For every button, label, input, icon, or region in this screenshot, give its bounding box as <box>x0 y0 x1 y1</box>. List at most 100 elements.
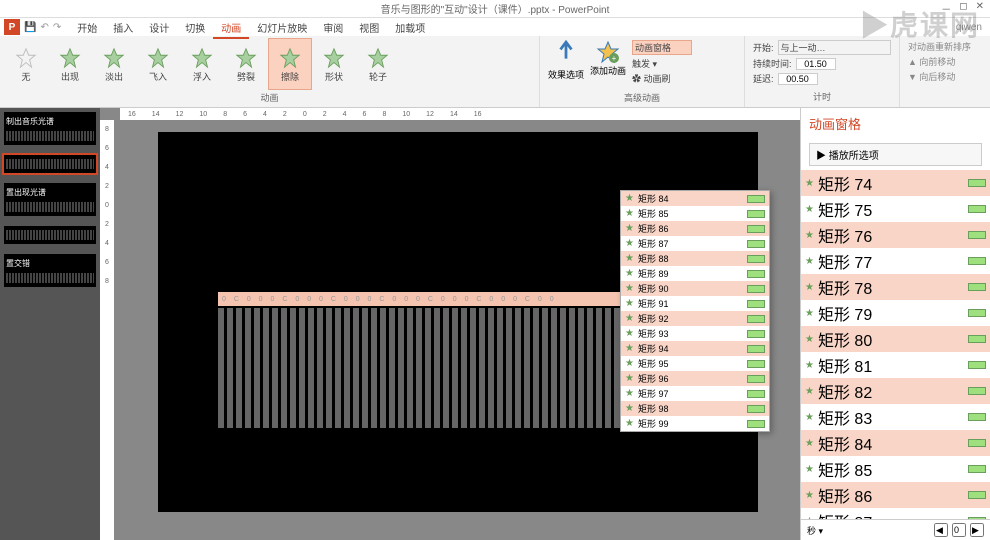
animation-pane-toggle[interactable]: 动画窗格 <box>632 40 692 55</box>
anim-item[interactable]: ★矩形 90 <box>621 281 769 296</box>
spectrum-bar[interactable] <box>506 308 512 428</box>
anim-item[interactable]: ★矩形 84 <box>621 191 769 206</box>
anim-item[interactable]: ★矩形 88 <box>621 251 769 266</box>
qat-save-icon[interactable]: 💾 <box>24 22 36 33</box>
delay-spinner[interactable] <box>778 73 818 85</box>
anim-pane-item[interactable]: ★矩形 85 <box>801 456 990 482</box>
spectrum-bar[interactable] <box>515 308 521 428</box>
spectrum-bar[interactable] <box>452 308 458 428</box>
slide-thumbnail[interactable]: 置交错 <box>4 254 96 287</box>
anim-item[interactable]: ★矩形 86 <box>621 221 769 236</box>
anim-pane-item[interactable]: ★矩形 75 <box>801 196 990 222</box>
spectrum-bar[interactable] <box>353 308 359 428</box>
effect-options-button[interactable]: 效果选项 <box>548 40 584 81</box>
trigger-menu[interactable]: 触发 ▾ <box>632 57 692 70</box>
anim-item[interactable]: ★矩形 98 <box>621 401 769 416</box>
spectrum-bar[interactable] <box>578 308 584 428</box>
anim-effect-浮入[interactable]: 浮入 <box>180 38 224 90</box>
anim-pane-item[interactable]: ★矩形 81 <box>801 352 990 378</box>
animation-popup-list[interactable]: ★矩形 84★矩形 85★矩形 86★矩形 87★矩形 88★矩形 89★矩形 … <box>620 190 770 432</box>
anim-effect-飞入[interactable]: 飞入 <box>136 38 180 90</box>
anim-pane-item[interactable]: ★矩形 77 <box>801 248 990 274</box>
ribbon-tab-开始[interactable]: 开始 <box>69 22 105 37</box>
seconds-dropdown[interactable]: 秒 ▾ <box>807 524 823 537</box>
timeline-step-fwd[interactable] <box>970 523 984 537</box>
slide-thumbnail[interactable]: 制出音乐光谱 <box>4 112 96 145</box>
anim-item[interactable]: ★矩形 91 <box>621 296 769 311</box>
spectrum-bar[interactable] <box>470 308 476 428</box>
spectrum-bar[interactable] <box>488 308 494 428</box>
anim-item[interactable]: ★矩形 95 <box>621 356 769 371</box>
anim-pane-item[interactable]: ★矩形 87 <box>801 508 990 519</box>
spectrum-bar[interactable] <box>398 308 404 428</box>
spectrum-bar[interactable] <box>281 308 287 428</box>
anim-item[interactable]: ★矩形 89 <box>621 266 769 281</box>
ribbon-tab-加载项[interactable]: 加载项 <box>387 22 433 37</box>
slide-thumbnail[interactable] <box>4 155 96 173</box>
spectrum-bar[interactable] <box>443 308 449 428</box>
spectrum-bar[interactable] <box>569 308 575 428</box>
spectrum-bar[interactable] <box>596 308 602 428</box>
slide-thumbnail-panel[interactable]: 制出音乐光谱置出现光谱置交错 <box>0 108 100 540</box>
spectrum-bar[interactable] <box>245 308 251 428</box>
anim-item[interactable]: ★矩形 97 <box>621 386 769 401</box>
ribbon-tab-插入[interactable]: 插入 <box>105 22 141 37</box>
ribbon-tab-视图[interactable]: 视图 <box>351 22 387 37</box>
anim-item[interactable]: ★矩形 99 <box>621 416 769 431</box>
minimize-icon[interactable]: － <box>941 1 951 16</box>
spectrum-bar[interactable] <box>344 308 350 428</box>
animation-painter[interactable]: ✿ 动画刷 <box>632 72 692 85</box>
anim-effect-淡出[interactable]: 淡出 <box>92 38 136 90</box>
anim-effect-无[interactable]: 无 <box>4 38 48 90</box>
anim-effect-出现[interactable]: 出现 <box>48 38 92 90</box>
anim-effect-擦除[interactable]: 擦除 <box>268 38 312 90</box>
spectrum-bar[interactable] <box>272 308 278 428</box>
anim-pane-item[interactable]: ★矩形 79 <box>801 300 990 326</box>
ribbon-tab-审阅[interactable]: 审阅 <box>315 22 351 37</box>
spectrum-bar[interactable] <box>371 308 377 428</box>
spectrum-bar[interactable] <box>317 308 323 428</box>
spectrum-bar[interactable] <box>263 308 269 428</box>
play-selected-button[interactable]: ▶ 播放所选项 <box>809 143 982 166</box>
ribbon-tab-幻灯片放映[interactable]: 幻灯片放映 <box>249 22 315 37</box>
spectrum-bar[interactable] <box>299 308 305 428</box>
anim-item[interactable]: ★矩形 93 <box>621 326 769 341</box>
spectrum-bar[interactable] <box>335 308 341 428</box>
spectrum-bar[interactable] <box>326 308 332 428</box>
anim-pane-item[interactable]: ★矩形 84 <box>801 430 990 456</box>
anim-effect-形状[interactable]: 形状 <box>312 38 356 90</box>
spectrum-bar[interactable] <box>533 308 539 428</box>
anim-effect-轮子[interactable]: 轮子 <box>356 38 400 90</box>
anim-pane-item[interactable]: ★矩形 86 <box>801 482 990 508</box>
anim-pane-item[interactable]: ★矩形 83 <box>801 404 990 430</box>
add-animation-button[interactable]: + 添加动画 <box>590 40 626 77</box>
timeline-pos[interactable] <box>952 523 966 537</box>
spectrum-bar[interactable] <box>389 308 395 428</box>
spectrum-bar[interactable] <box>290 308 296 428</box>
ribbon-tab-设计[interactable]: 设计 <box>141 22 177 37</box>
maximize-icon[interactable]: ◻ <box>959 1 967 16</box>
app-logo[interactable]: P <box>4 19 20 35</box>
anim-item[interactable]: ★矩形 96 <box>621 371 769 386</box>
spectrum-bar[interactable] <box>425 308 431 428</box>
spectrum-bar[interactable] <box>461 308 467 428</box>
anim-pane-item[interactable]: ★矩形 80 <box>801 326 990 352</box>
spectrum-bar[interactable] <box>551 308 557 428</box>
slide-thumbnail[interactable] <box>4 226 96 244</box>
slide-thumbnail[interactable]: 置出现光谱 <box>4 183 96 216</box>
duration-spinner[interactable] <box>796 58 836 70</box>
anim-item[interactable]: ★矩形 92 <box>621 311 769 326</box>
qat-undo-icon[interactable]: ↶ <box>40 22 48 33</box>
spectrum-bar[interactable] <box>218 308 224 428</box>
ribbon-tab-切换[interactable]: 切换 <box>177 22 213 37</box>
anim-effect-劈裂[interactable]: 劈裂 <box>224 38 268 90</box>
anim-item[interactable]: ★矩形 85 <box>621 206 769 221</box>
anim-pane-item[interactable]: ★矩形 74 <box>801 170 990 196</box>
start-dropdown[interactable]: 与上一动… <box>778 40 891 55</box>
spectrum-bar[interactable] <box>497 308 503 428</box>
spectrum-bar[interactable] <box>416 308 422 428</box>
spectrum-bar[interactable] <box>254 308 260 428</box>
anim-pane-item[interactable]: ★矩形 76 <box>801 222 990 248</box>
anim-pane-item[interactable]: ★矩形 82 <box>801 378 990 404</box>
spectrum-bar[interactable] <box>587 308 593 428</box>
